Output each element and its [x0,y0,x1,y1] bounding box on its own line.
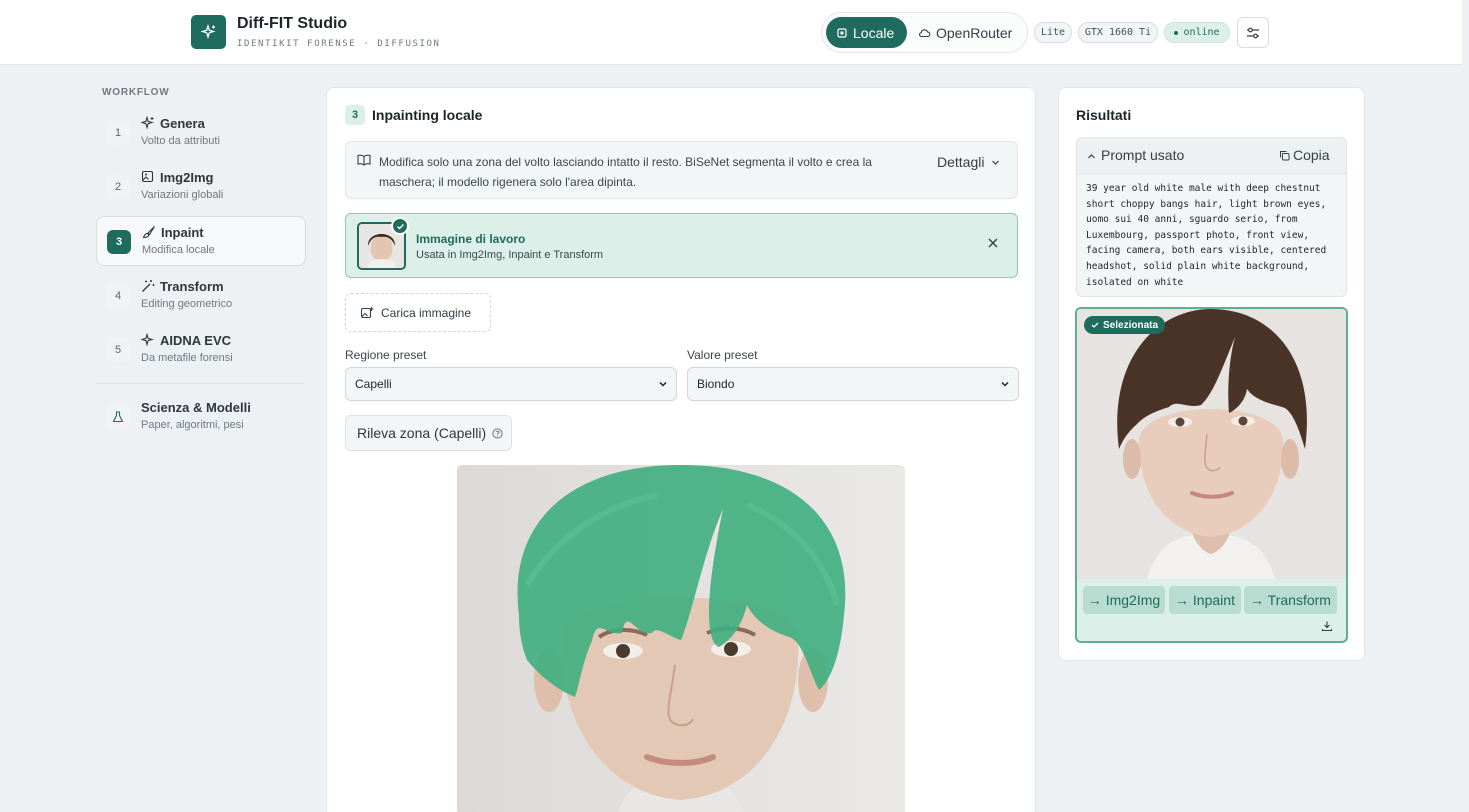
close-icon[interactable] [986,236,1000,250]
step-number: 3 [107,230,131,254]
region-preset-value: Capelli [355,377,392,391]
mode-openrouter-button[interactable]: OpenRouter [908,17,1022,48]
gpu-badge: GTX 1660 Ti [1078,22,1158,43]
detect-zone-label: Rileva zona (Capelli) [357,425,487,441]
check-icon [391,217,409,235]
mode-locale-button[interactable]: Locale [826,17,907,48]
sparkle-icon [200,24,216,40]
copy-icon [1280,150,1290,160]
sidebar-item-img2img[interactable]: 2 Img2Img Variazioni globali [96,162,306,212]
sidebar-divider [96,383,304,384]
value-preset-select[interactable]: Biondo [687,367,1019,401]
card-title: Inpainting locale [372,107,483,123]
chevron-down-icon [1001,381,1009,387]
results-title: Risultati [1076,107,1132,123]
sidebar-item-title: Scienza & Modelli [141,400,251,415]
sidebar-item-transform[interactable]: 4 Transform Editing geometrico [96,271,306,321]
mode-openrouter-label: OpenRouter [936,24,1013,41]
region-preset-select[interactable]: Capelli [345,367,677,401]
copy-label: Copia [1293,147,1330,163]
mode-toggle: Locale OpenRouter [821,12,1028,53]
detect-zone-button[interactable]: Rileva zona (Capelli) [345,415,512,451]
app-title: Diff-FIT Studio [237,15,348,32]
step-badge: 3 [345,105,365,125]
copy-button[interactable]: Copia [1279,147,1330,163]
details-toggle[interactable]: Dettagli [937,154,1000,170]
book-icon [357,154,371,166]
flask-badge [106,405,130,429]
sidebar-item-title: Img2Img [160,170,214,185]
value-preset-label: Valore preset [687,348,758,362]
check-icon [1091,322,1099,328]
send-to-transform-button[interactable]: → Transform [1244,586,1337,614]
sidebar-item-subtitle: Da metafile forensi [141,352,233,364]
upload-image-label: Carica immagine [381,305,472,320]
sidebar-item-subtitle: Paper, algoritmi, pesi [141,419,244,431]
download-icon[interactable] [1321,620,1333,632]
flask-icon [112,411,124,423]
result-card[interactable]: Selezionata → Img2Img → Inpaint → Transf… [1075,307,1348,643]
mode-locale-label: Locale [853,24,895,41]
lite-badge: Lite [1034,22,1072,43]
brush-icon [142,226,155,239]
prompt-header[interactable]: Prompt usato Copia [1077,138,1346,174]
chevron-down-icon [659,381,667,387]
app-subtitle: IDENTIKIT FORENSE · DIFFUSION [237,39,441,49]
result-face [1077,309,1346,579]
selected-badge: Selezionata [1084,316,1166,334]
top-bar: Diff-FIT Studio IDENTIKIT FORENSE · DIFF… [0,0,1462,65]
wand-icon [142,280,155,292]
info-box: Modifica solo una zona del volto lascian… [345,141,1018,199]
status-dot [1174,30,1179,35]
step-number: 4 [106,284,130,308]
sidebar-item-genera[interactable]: 1 Genera Volto da attributi [96,108,306,158]
working-image-subtitle: Usata in Img2Img, Inpaint e Transform [416,249,604,261]
sidebar-item-subtitle: Volto da attributi [141,135,220,147]
result-image[interactable]: Selezionata [1077,309,1346,579]
value-preset-value: Biondo [697,377,735,391]
sidebar-item-aidna-evc[interactable]: 5 AIDNA EVC Da metafile forensi [96,325,306,375]
sidebar-item-title: AIDNA EVC [160,333,232,348]
cloud-icon [918,28,931,37]
settings-button[interactable] [1237,17,1269,48]
sidebar-item-science[interactable]: Scienza & Modelli Paper, algoritmi, pesi [96,392,306,442]
app-logo [191,15,226,49]
chevron-down-icon [992,160,1000,165]
send-to-inpaint-button[interactable]: → Inpaint [1169,586,1241,614]
chevron-up-icon [1088,154,1095,159]
info-text: Modifica solo una zona del volto lascian… [379,155,872,189]
sidebar-item-subtitle: Editing geometrico [141,298,233,310]
mask-canvas[interactable] [457,465,905,812]
sidebar-section-label: WORKFLOW [102,87,170,98]
sidebar-item-title: Inpaint [161,225,204,240]
sparkle-icon [141,116,155,130]
step-number: 5 [106,338,130,362]
send-to-img2img-button[interactable]: → Img2Img [1083,586,1165,614]
sliders-icon [1247,27,1259,38]
region-preset-label: Regione preset [345,348,427,362]
status-badge: online [1164,22,1230,43]
upload-image-button[interactable]: Carica immagine [345,293,491,332]
step-number: 2 [106,175,130,199]
sidebar-item-title: Transform [160,279,224,294]
sidebar-item-subtitle: Modifica locale [142,244,215,256]
selected-label: Selezionata [1103,319,1159,331]
details-label: Dettagli [937,154,985,170]
prompt-panel: Prompt usato Copia 39 year old white mal… [1076,137,1347,297]
face-with-hair-mask [457,465,905,812]
working-image-title: Immagine di lavoro [416,232,526,246]
step-number: 1 [106,121,130,145]
sidebar-item-subtitle: Variazioni globali [141,189,224,201]
status-text: online [1183,27,1220,38]
cpu-icon [837,27,847,38]
working-image-box: Immagine di lavoro Usata in Img2Img, Inp… [345,213,1018,278]
help-icon [492,427,503,439]
image-edit-icon [141,170,154,183]
sparkle-icon [141,333,155,347]
prompt-text: 39 year old white male with deep chestnu… [1086,183,1327,288]
sidebar-item-title: Genera [160,116,205,131]
image-add-icon [360,306,374,318]
sidebar-item-inpaint[interactable]: 3 Inpaint Modifica locale [96,216,306,266]
prompt-label: Prompt usato [1101,147,1185,163]
